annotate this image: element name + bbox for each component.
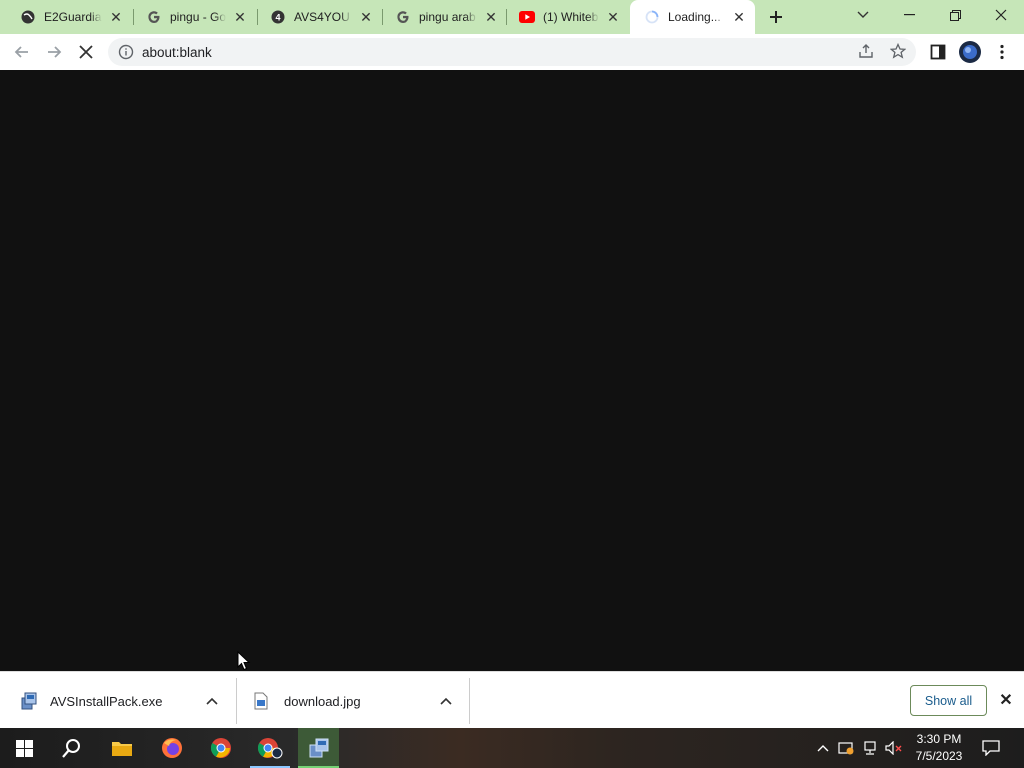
tab-youtube[interactable]: (1) Whitebo ✕: [505, 0, 629, 34]
download-item[interactable]: download.jpg: [254, 678, 464, 724]
google-icon: [146, 9, 162, 25]
system-tray: [812, 728, 906, 768]
notification-icon: [982, 740, 1000, 756]
google-icon: [395, 9, 411, 25]
chrome-button[interactable]: [197, 728, 245, 768]
profile-button[interactable]: [958, 40, 982, 64]
tab-e2guardian[interactable]: E2Guardian ✕: [6, 0, 132, 34]
kebab-menu-icon: [1000, 44, 1004, 60]
tab-strip: E2Guardian ✕ pingu - Go ✕ 4 AVS4YOU h ✕ …: [0, 0, 1024, 34]
tab-pingu-arab[interactable]: pingu arab ✕: [381, 0, 507, 34]
globe-icon: [20, 9, 36, 25]
security-tray-icon[interactable]: [834, 741, 858, 755]
plus-icon: [770, 11, 782, 23]
download-filename: AVSInstallPack.exe: [50, 693, 163, 709]
search-icon: [62, 739, 80, 758]
close-tab-icon[interactable]: ✕: [108, 9, 124, 25]
avs4you-icon: 4: [270, 9, 286, 25]
tab-title: (1) Whitebo: [543, 10, 599, 24]
network-icon[interactable]: [858, 741, 882, 755]
close-icon[interactable]: ✕: [997, 691, 1015, 709]
info-icon[interactable]: [118, 44, 134, 60]
installer-icon: [309, 738, 328, 758]
tab-avs4you[interactable]: 4 AVS4YOU h ✕: [256, 0, 382, 34]
close-tab-icon[interactable]: ✕: [731, 9, 747, 25]
avatar: [959, 41, 981, 63]
stop-loading-button[interactable]: [74, 40, 98, 64]
back-button[interactable]: [10, 40, 34, 64]
chrome-icon: [210, 738, 231, 758]
chrome-profile-button[interactable]: [246, 728, 294, 768]
loading-spinner-icon: [644, 9, 660, 25]
download-divider: [469, 678, 470, 724]
chevron-up-icon[interactable]: [440, 694, 452, 708]
url-text[interactable]: about:blank: [142, 45, 858, 60]
tab-title: pingu - Go: [170, 10, 226, 24]
minimize-icon: [903, 14, 915, 16]
side-panel-icon: [930, 44, 946, 60]
stop-icon: [79, 45, 93, 59]
tab-title: AVS4YOU h: [294, 10, 352, 24]
chevron-up-icon[interactable]: [206, 694, 218, 708]
installer-taskbar-button[interactable]: [298, 728, 339, 768]
minimize-button[interactable]: [886, 0, 932, 30]
system-clock[interactable]: 3:30 PM 7/5/2023: [908, 731, 970, 765]
chevron-down-icon: [857, 11, 869, 18]
back-arrow-icon: [14, 46, 28, 58]
volume-muted-icon[interactable]: [882, 741, 906, 755]
tab-pingu-google[interactable]: pingu - Go ✕: [132, 0, 256, 34]
action-center-button[interactable]: [970, 728, 1012, 768]
clock-date: 7/5/2023: [915, 749, 963, 763]
chrome-profile-icon: [257, 738, 283, 759]
search-button[interactable]: [48, 728, 96, 768]
tab-loading[interactable]: Loading... ✕: [630, 0, 755, 34]
share-icon[interactable]: [858, 43, 874, 62]
windows-taskbar: 3:30 PM 7/5/2023: [0, 728, 1024, 768]
tab-title: E2Guardian: [44, 10, 102, 24]
restore-icon: [949, 9, 961, 21]
bookmark-star-icon[interactable]: [889, 42, 907, 62]
tab-title: pingu arab: [419, 10, 476, 24]
download-filename: download.jpg: [284, 693, 361, 709]
chevron-up-icon[interactable]: [812, 744, 834, 752]
show-all-button[interactable]: Show all: [910, 685, 987, 716]
address-bar[interactable]: about:blank: [108, 38, 916, 66]
windows-logo-icon: [15, 739, 33, 757]
close-tab-icon[interactable]: ✕: [483, 9, 499, 25]
download-shelf: AVSInstallPack.exe download.jpg Show all…: [0, 671, 1024, 728]
close-window-button[interactable]: [978, 0, 1024, 30]
svg-text:4: 4: [275, 13, 280, 23]
download-divider: [236, 678, 237, 724]
firefox-icon: [162, 738, 182, 758]
download-item[interactable]: AVSInstallPack.exe: [20, 678, 230, 724]
clock-time: 3:30 PM: [916, 732, 962, 746]
new-tab-button[interactable]: [764, 5, 788, 29]
close-icon: [995, 9, 1007, 21]
menu-button[interactable]: [990, 40, 1014, 64]
folder-icon: [112, 742, 132, 756]
tab-title: Loading...: [668, 10, 721, 24]
youtube-icon: [519, 9, 535, 25]
close-tab-icon[interactable]: ✕: [358, 9, 374, 25]
close-tab-icon[interactable]: ✕: [605, 9, 621, 25]
browser-toolbar: about:blank: [0, 34, 1024, 70]
page-content: [0, 71, 1024, 671]
forward-button[interactable]: [42, 40, 66, 64]
close-tab-icon[interactable]: ✕: [232, 9, 248, 25]
side-panel-button[interactable]: [926, 40, 950, 64]
installer-icon: [20, 692, 38, 710]
forward-arrow-icon: [48, 46, 62, 58]
start-button[interactable]: [0, 728, 48, 768]
restore-button[interactable]: [932, 0, 978, 30]
file-explorer-button[interactable]: [98, 728, 146, 768]
image-file-icon: [254, 692, 272, 710]
mouse-cursor-icon: [237, 650, 251, 676]
firefox-button[interactable]: [148, 728, 196, 768]
tab-search-button[interactable]: [840, 0, 886, 30]
